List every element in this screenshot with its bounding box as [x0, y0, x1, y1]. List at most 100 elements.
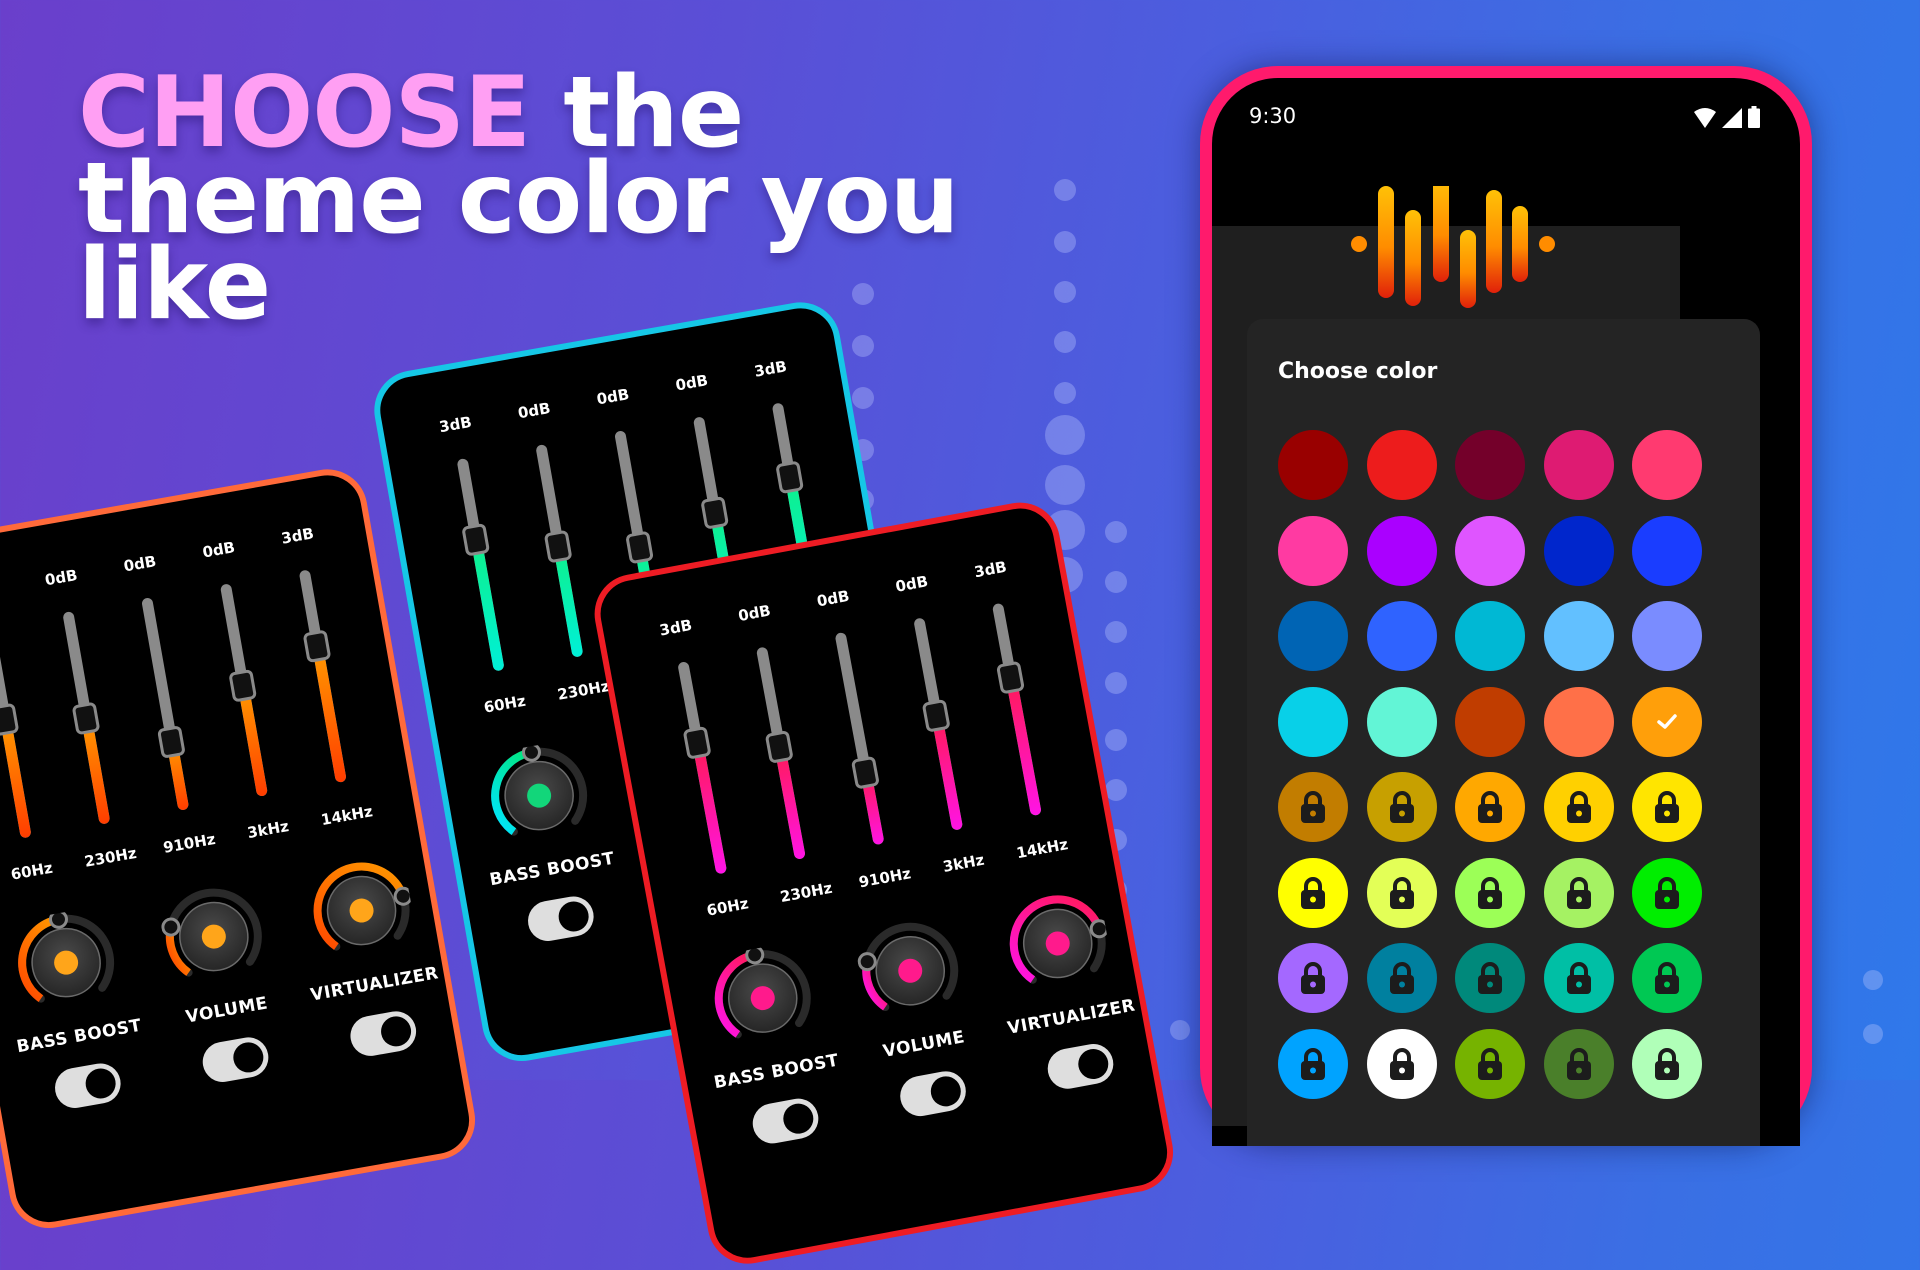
color-swatch-locked[interactable]: [1278, 772, 1348, 842]
knob-virtualizer[interactable]: [304, 853, 420, 969]
color-swatch[interactable]: [1278, 515, 1348, 586]
color-swatch[interactable]: [1278, 430, 1348, 500]
knob-bass-boost[interactable]: [8, 905, 124, 1021]
background-dot: [1045, 465, 1085, 505]
color-swatch[interactable]: [1544, 430, 1614, 500]
toggle-switch[interactable]: [749, 1095, 822, 1147]
band-slider-fill: [930, 714, 963, 831]
band-slider-thumb[interactable]: [625, 530, 655, 565]
color-swatch[interactable]: [1455, 430, 1525, 500]
knob-volume[interactable]: [156, 879, 272, 995]
color-swatch[interactable]: [1632, 601, 1702, 671]
signal-icon: [1722, 108, 1742, 128]
band-slider-thumb[interactable]: [71, 701, 101, 735]
toggle-switch[interactable]: [1044, 1040, 1117, 1093]
toggle-switch[interactable]: [347, 1008, 420, 1060]
lock-icon: [1567, 876, 1591, 909]
band-slider-track[interactable]: [298, 569, 347, 784]
color-swatch-locked[interactable]: [1278, 857, 1348, 928]
background-dot: [1105, 571, 1127, 593]
color-swatch-locked[interactable]: [1455, 857, 1525, 928]
color-swatch[interactable]: [1455, 515, 1525, 586]
lock-icon: [1567, 962, 1591, 994]
color-swatch[interactable]: [1544, 601, 1614, 671]
background-dot: [1054, 179, 1076, 201]
color-swatch[interactable]: [1544, 686, 1614, 757]
band-slider-thumb[interactable]: [700, 495, 730, 530]
toggle-switch[interactable]: [51, 1060, 124, 1112]
color-swatch-locked[interactable]: [1455, 1028, 1525, 1099]
toggle-switch[interactable]: [896, 1068, 970, 1120]
color-swatch-locked[interactable]: [1544, 857, 1614, 928]
toggle-knob: [230, 1040, 266, 1075]
color-swatch-locked[interactable]: [1632, 943, 1702, 1013]
band-slider-thumb[interactable]: [921, 698, 951, 733]
toggle-knob: [83, 1066, 119, 1101]
phone-screen: 9:30 Choose color: [1212, 78, 1800, 1146]
band-slider-track[interactable]: [834, 632, 885, 846]
toggle-switch[interactable]: [199, 1034, 272, 1086]
logo-bar: [1486, 190, 1502, 293]
band-slider-track[interactable]: [676, 661, 727, 875]
band-slider-track[interactable]: [991, 602, 1042, 817]
knob-volume[interactable]: [852, 913, 969, 1030]
color-swatch[interactable]: [1632, 686, 1702, 757]
band-slider-thumb[interactable]: [0, 702, 20, 737]
color-swatch-locked[interactable]: [1544, 943, 1614, 1013]
band-gain-label: 0dB: [43, 565, 79, 590]
band-slider-thumb[interactable]: [157, 725, 186, 760]
color-swatch-locked[interactable]: [1367, 857, 1437, 928]
toggle-knob: [556, 899, 592, 934]
band-slider-thumb[interactable]: [775, 460, 805, 495]
color-swatch[interactable]: [1632, 430, 1702, 500]
color-swatch-locked[interactable]: [1367, 1028, 1437, 1099]
knob-bass-boost[interactable]: [481, 738, 597, 854]
band-slider-thumb[interactable]: [996, 660, 1026, 695]
band-slider-thumb[interactable]: [764, 730, 794, 764]
color-swatch-locked[interactable]: [1278, 1028, 1348, 1099]
band-slider-fill: [552, 545, 584, 658]
toggle-switch[interactable]: [524, 893, 597, 945]
color-swatch-locked[interactable]: [1367, 943, 1437, 1013]
color-swatch[interactable]: [1278, 601, 1348, 671]
color-swatch-locked[interactable]: [1455, 943, 1525, 1013]
color-swatch[interactable]: [1367, 686, 1437, 757]
band-slider-thumb[interactable]: [302, 629, 332, 664]
band-slider-thumb[interactable]: [543, 529, 573, 564]
band-slider-thumb[interactable]: [682, 725, 712, 760]
battery-icon: [1748, 106, 1760, 128]
logo-bar: [1460, 230, 1476, 308]
band-slider-thumb[interactable]: [461, 522, 491, 557]
color-swatch[interactable]: [1632, 515, 1702, 586]
color-swatch[interactable]: [1367, 601, 1437, 671]
color-swatch[interactable]: [1278, 686, 1348, 757]
band-slider-track[interactable]: [140, 597, 189, 811]
knob-bass-boost[interactable]: [704, 940, 821, 1057]
color-swatch-locked[interactable]: [1367, 772, 1437, 842]
color-swatch-locked[interactable]: [1544, 772, 1614, 842]
color-swatch[interactable]: [1367, 515, 1437, 586]
color-swatch[interactable]: [1455, 601, 1525, 671]
color-swatch-locked[interactable]: [1544, 1028, 1614, 1099]
color-swatch[interactable]: [1367, 430, 1437, 500]
background-dot: [1863, 1024, 1883, 1044]
band-gain-label: 3dB: [437, 412, 474, 437]
band-gain-label: 3dB: [752, 357, 789, 381]
knob-label: BASS BOOST: [712, 1050, 841, 1094]
band-slider-track[interactable]: [456, 458, 505, 672]
band-gain-label: 0dB: [516, 398, 552, 423]
color-swatch[interactable]: [1455, 686, 1525, 757]
band-gain-label: 0dB: [122, 552, 158, 576]
color-swatch-locked[interactable]: [1455, 772, 1525, 842]
logo-dot: [1539, 236, 1555, 252]
band-slider-thumb[interactable]: [228, 669, 258, 703]
band-slider-thumb[interactable]: [850, 755, 880, 790]
color-swatch-locked[interactable]: [1632, 1028, 1702, 1099]
color-swatch-locked[interactable]: [1278, 943, 1348, 1013]
color-swatch[interactable]: [1544, 515, 1614, 586]
toggle-knob: [378, 1014, 414, 1049]
knob-virtualizer[interactable]: [999, 885, 1116, 1002]
band-gain-label: 3dB: [0, 577, 14, 605]
color-swatch-locked[interactable]: [1632, 772, 1702, 842]
color-swatch-locked[interactable]: [1632, 857, 1702, 928]
